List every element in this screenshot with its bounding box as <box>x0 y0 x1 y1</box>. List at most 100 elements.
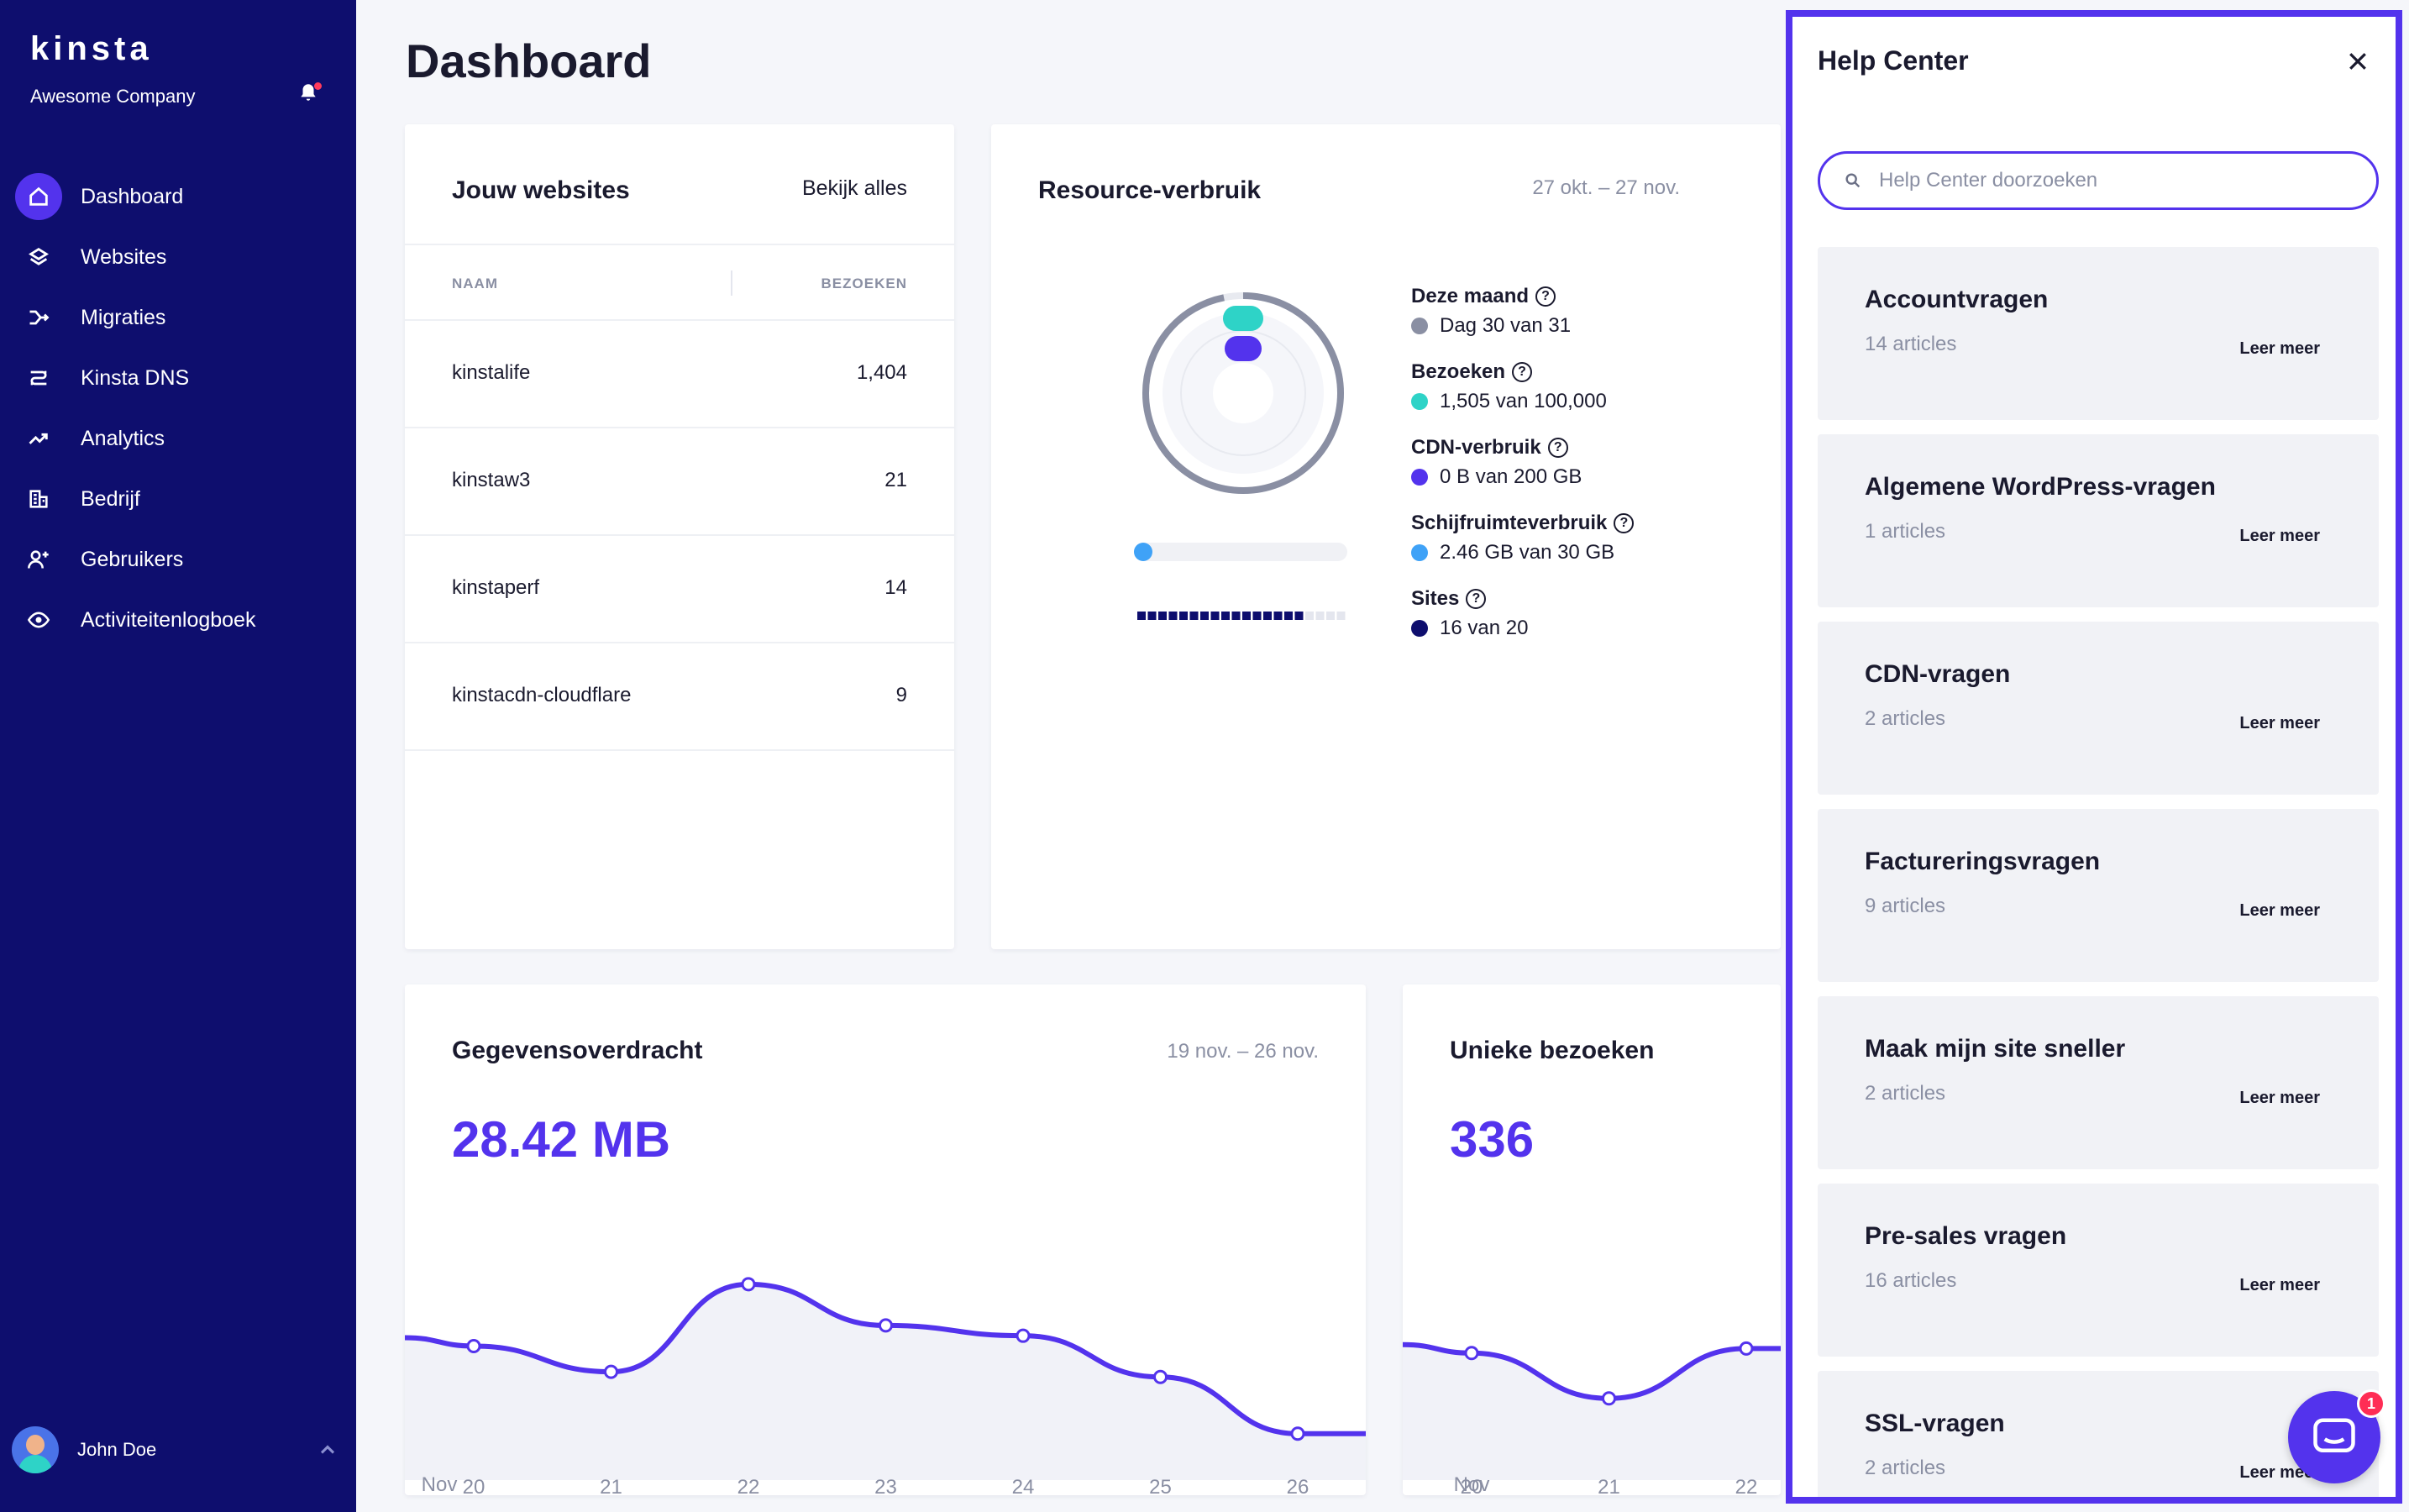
table-row[interactable]: kinstaw3 21 <box>405 428 954 536</box>
sidebar-item-dashboard[interactable]: Dashboard <box>15 166 343 227</box>
column-visits-header[interactable]: BEZOEKEN <box>821 276 907 292</box>
table-row[interactable]: kinstalife 1,404 <box>405 321 954 428</box>
site-slot-block <box>1189 612 1199 620</box>
learn-more-link[interactable]: Leer meer <box>2239 901 2320 921</box>
category-name: Pre-sales vragen <box>1865 1222 2067 1250</box>
eye-icon <box>15 596 62 643</box>
help-category-card[interactable]: Maak mijn site sneller 2 articles Leer m… <box>1818 996 2379 1169</box>
chart-data-point <box>466 1338 481 1353</box>
site-visits: 9 <box>895 684 907 706</box>
help-category-card[interactable]: Factureringsvragen 9 articles Leer meer <box>1818 809 2379 982</box>
site-slot-block <box>1200 612 1209 620</box>
visits-title: Unieke bezoeken <box>1450 1037 1655 1064</box>
chart-data-point <box>604 1364 618 1379</box>
see-all-link[interactable]: Bekijk alles <box>802 176 907 201</box>
help-category-card[interactable]: Accountvragen 14 articles Leer meer <box>1818 247 2379 420</box>
help-category-card[interactable]: Algemene WordPress-vragen 1 articles Lee… <box>1818 434 2379 607</box>
legend-value-month: Dag 30 van 31 <box>1411 312 1764 356</box>
legend-title-sites: Sites? <box>1411 583 1764 615</box>
learn-more-link[interactable]: Leer meer <box>2239 714 2320 733</box>
chart-data-point <box>1602 1391 1616 1406</box>
sidebar-item-gebruikers[interactable]: Gebruikers <box>15 529 343 590</box>
sidebar-item-analytics[interactable]: Analytics <box>15 408 343 469</box>
resource-ring-chart <box>1142 292 1344 494</box>
x-tick-label: 21 <box>1598 1476 1620 1495</box>
x-tick-label: 21 <box>600 1476 622 1495</box>
table-header: NAAM BEZOEKEN <box>405 245 954 321</box>
help-category-card[interactable]: CDN-vragen 2 articles Leer meer <box>1818 622 2379 795</box>
x-axis-month-label: Nov <box>421 1473 458 1495</box>
kinsta-logo[interactable]: KINSTA <box>30 30 153 68</box>
help-center-panel: Help Center Accountvragen 14 articles Le… <box>1786 10 2402 1504</box>
learn-more-link[interactable]: Leer meer <box>2239 1089 2320 1108</box>
site-name[interactable]: kinstalife <box>452 361 530 385</box>
sidebar-item-label: Migraties <box>81 305 166 329</box>
notification-dot <box>314 82 322 90</box>
websites-card: Jouw websites Bekijk alles NAAM BEZOEKEN… <box>405 124 954 949</box>
sidebar-item-activiteitenlogboek[interactable]: Activiteitenlogboek <box>15 590 343 650</box>
resource-date-range: 27 okt. – 27 nov. <box>1532 176 1680 199</box>
sidebar: KINSTA Awesome Company Dashboard Website… <box>0 0 356 1512</box>
help-question-icon[interactable]: ? <box>1614 513 1635 533</box>
unique-visits-card: Unieke bezoeken 336 20 21 22 Nov <box>1403 984 1781 1495</box>
site-name[interactable]: kinstaw3 <box>452 469 530 492</box>
learn-more-link[interactable]: Leer meer <box>2239 527 2320 546</box>
site-slot-block <box>1273 612 1283 620</box>
site-name[interactable]: kinstacdn-cloudflare <box>452 684 631 707</box>
chevron-up-icon[interactable] <box>316 1438 339 1462</box>
legend-title-month: Deze maand? <box>1411 281 1764 312</box>
user-menu[interactable]: John Doe <box>12 1425 339 1475</box>
site-slot-block <box>1294 612 1304 620</box>
visits-ring-mark <box>1223 306 1263 331</box>
legend-title-cdn: CDN-verbruik? <box>1411 432 1764 464</box>
site-slot-block <box>1305 612 1314 620</box>
learn-more-link[interactable]: Leer meer <box>2239 1276 2320 1295</box>
search-icon <box>1845 173 1861 188</box>
x-tick-label: 22 <box>1735 1476 1758 1495</box>
help-search-input[interactable] <box>1879 169 2349 192</box>
category-count: 14 articles <box>1865 333 1957 355</box>
site-slot-block <box>1158 612 1167 620</box>
help-question-icon[interactable]: ? <box>1547 438 1568 458</box>
category-name: SSL-vragen <box>1865 1410 2005 1437</box>
sidebar-item-label: Analytics <box>81 426 165 450</box>
category-count: 2 articles <box>1865 1457 1946 1479</box>
x-axis-month-label: Nov <box>1453 1473 1490 1495</box>
category-count: 16 articles <box>1865 1269 1957 1292</box>
visits-total: 336 <box>1450 1111 1535 1168</box>
websites-card-header: Jouw websites Bekijk alles <box>405 124 954 245</box>
sidebar-item-migraties[interactable]: Migraties <box>15 287 343 348</box>
column-name-header[interactable]: NAAM <box>452 276 498 292</box>
help-question-icon[interactable]: ? <box>1512 362 1533 382</box>
help-category-card[interactable]: Pre-sales vragen 16 articles Leer meer <box>1818 1184 2379 1357</box>
sidebar-item-label: Websites <box>81 244 167 269</box>
sidebar-item-kinsta-dns[interactable]: Kinsta DNS <box>15 348 343 408</box>
category-count: 1 articles <box>1865 520 1946 543</box>
site-slot-block <box>1221 612 1230 620</box>
legend-value-disk: 2.46 GB van 30 GB <box>1411 539 1764 583</box>
close-icon[interactable] <box>2345 49 2370 74</box>
legend-dot <box>1411 620 1428 637</box>
site-slot-block <box>1336 612 1346 620</box>
learn-more-link[interactable]: Leer meer <box>2239 339 2320 359</box>
site-slot-block <box>1284 612 1293 620</box>
sidebar-item-label: Dashboard <box>81 184 184 208</box>
layers-icon <box>15 234 62 281</box>
site-visits: 21 <box>884 469 907 491</box>
column-divider <box>731 270 732 296</box>
help-question-icon[interactable]: ? <box>1466 589 1487 609</box>
table-row[interactable]: kinstacdn-cloudflare 9 <box>405 643 954 751</box>
x-tick-label: 26 <box>1287 1476 1309 1495</box>
sidebar-item-bedrijf[interactable]: Bedrijf <box>15 469 343 529</box>
site-name[interactable]: kinstaperf <box>452 576 539 600</box>
legend-dot <box>1411 469 1428 486</box>
sidebar-item-websites[interactable]: Websites <box>15 227 343 287</box>
category-name: Maak mijn site sneller <box>1865 1035 2126 1063</box>
help-question-icon[interactable]: ? <box>1535 286 1556 307</box>
transfer-date-range: 19 nov. – 26 nov. <box>1167 1040 1319 1063</box>
category-name: CDN-vragen <box>1865 660 2011 688</box>
table-row[interactable]: kinstaperf 14 <box>405 536 954 643</box>
cdn-ring-mark <box>1225 336 1262 361</box>
company-name[interactable]: Awesome Company <box>30 86 195 108</box>
disk-progress-bar <box>1134 543 1347 561</box>
